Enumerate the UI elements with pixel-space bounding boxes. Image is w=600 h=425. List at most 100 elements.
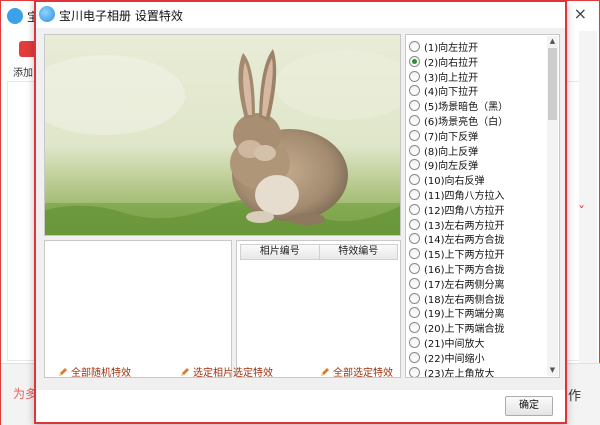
effect-option-label: (18)左右两侧合拢 bbox=[424, 294, 505, 306]
ok-button[interactable]: 确定 bbox=[505, 396, 553, 416]
effect-option-label: (10)向右反弹 bbox=[424, 176, 485, 188]
pencil-icon bbox=[58, 367, 68, 377]
all-random-effect-button[interactable]: 全部随机特效 bbox=[58, 364, 131, 379]
radio-button[interactable] bbox=[409, 292, 420, 304]
radio-button[interactable] bbox=[409, 351, 420, 363]
radio-button[interactable] bbox=[409, 248, 420, 260]
effect-radio-list: (23)左上角放大 (22)中间缩小 (21)中间放大 (20)上下两端合拢 (19)上… bbox=[405, 34, 560, 378]
radio-button[interactable] bbox=[409, 337, 420, 348]
all-selected-effect-label: 全部选定特效 bbox=[333, 368, 393, 379]
effect-option[interactable]: (4)向下拉开 bbox=[409, 83, 478, 98]
rabbit-photo-image bbox=[45, 35, 400, 235]
effect-option-label: (12)四角八方拉开 bbox=[424, 205, 505, 217]
effect-option-label: (4)向下拉开 bbox=[424, 87, 479, 99]
radio-button[interactable] bbox=[409, 85, 420, 97]
effect-option-label: (8)向上反弹 bbox=[424, 146, 479, 158]
effect-option-label: (19)上下两端分离 bbox=[424, 309, 505, 321]
radio-button[interactable] bbox=[409, 189, 420, 200]
effect-list-scrollbar[interactable]: ▲ ▼ bbox=[547, 36, 558, 376]
effect-option-label: (21)中间放大 bbox=[424, 339, 485, 350]
effect-option-label: (13)左右两方拉开 bbox=[424, 220, 505, 232]
effect-option[interactable]: (15)上下两方拉开 bbox=[409, 246, 505, 261]
effect-option-label: (7)向下反弹 bbox=[424, 131, 479, 143]
scroll-thumb[interactable] bbox=[548, 48, 557, 120]
effect-option-label: (6)场景亮色（白） bbox=[424, 117, 509, 128]
effect-option[interactable]: (8)向上反弹 bbox=[409, 143, 478, 158]
all-selected-effect-button[interactable]: 全部选定特效 bbox=[320, 364, 393, 379]
effect-option-label: (2)向右拉开 bbox=[424, 57, 479, 69]
effect-option-label: (11)四角八方拉入 bbox=[424, 191, 505, 202]
decor-mark: ˇ bbox=[578, 205, 585, 221]
radio-button[interactable] bbox=[409, 159, 420, 171]
radio-button[interactable] bbox=[409, 203, 420, 215]
effect-option[interactable]: (17)左右两侧分离 bbox=[409, 276, 505, 291]
photo-effect-table[interactable]: 相片编号 特效编号 bbox=[236, 240, 401, 378]
effect-option-label: (15)上下两方拉开 bbox=[424, 250, 505, 262]
effect-option[interactable]: (6)场景亮色（白） bbox=[409, 113, 508, 128]
column-header-photo-number[interactable]: 相片编号 bbox=[240, 244, 320, 260]
app-logo-icon bbox=[7, 8, 23, 24]
dialog-titlebar: 宝川电子相册 设置特效 bbox=[36, 2, 565, 28]
main-bottom-right-button[interactable]: 作 bbox=[568, 385, 581, 404]
effect-option-label: (5)场景暗色（黑） bbox=[424, 102, 509, 114]
effect-option-label: (3)向上拉开 bbox=[424, 72, 479, 84]
effect-option-label: (1)向左拉开 bbox=[424, 43, 479, 54]
effect-option[interactable]: (14)左右两方合拢 bbox=[409, 231, 505, 246]
effect-option[interactable]: (12)四角八方拉开 bbox=[409, 202, 505, 217]
effect-option[interactable]: (1)向左拉开 bbox=[409, 39, 478, 54]
radio-button[interactable] bbox=[409, 55, 420, 67]
radio-button[interactable] bbox=[409, 129, 420, 141]
selected-photo-effect-button[interactable]: 选定相片选定特效 bbox=[180, 364, 273, 379]
dialog-title: 宝川电子相册 设置特效 bbox=[59, 9, 183, 23]
effect-option[interactable]: (19)上下两端分离 bbox=[409, 305, 505, 320]
effect-option[interactable]: (7)向下反弹 bbox=[409, 128, 478, 143]
effect-option[interactable]: (10)向右反弹 bbox=[409, 172, 485, 187]
radio-button[interactable] bbox=[409, 174, 420, 186]
app-logo-icon bbox=[39, 6, 55, 22]
photo-preview bbox=[44, 34, 401, 236]
radio-button[interactable] bbox=[409, 366, 420, 377]
radio-button[interactable] bbox=[409, 263, 420, 274]
column-header-effect-number[interactable]: 特效编号 bbox=[319, 244, 398, 260]
scroll-down-icon[interactable]: ▼ bbox=[547, 365, 558, 376]
radio-button[interactable] bbox=[409, 144, 420, 156]
effect-option[interactable]: (2)向右拉开 bbox=[409, 54, 478, 69]
effect-option-label: (23)左上角放大 bbox=[424, 368, 495, 378]
effect-option[interactable]: (20)上下两端合拢 bbox=[409, 320, 505, 335]
effect-option-label: (16)上下两方合拢 bbox=[424, 265, 505, 276]
set-effect-dialog: 宝川电子相册 设置特效 相片编号 特效编号 全部随机特效 选定相片选定特效 全部… bbox=[34, 0, 567, 424]
selected-photo-effect-label: 选定相片选定特效 bbox=[193, 368, 273, 379]
radio-button[interactable] bbox=[409, 100, 420, 112]
effect-option-label: (20)上下两端合拢 bbox=[424, 324, 505, 336]
scroll-up-icon[interactable]: ▲ bbox=[547, 36, 558, 47]
effect-option-label: (14)左右两方合拢 bbox=[424, 235, 505, 247]
radio-button[interactable] bbox=[409, 307, 420, 319]
effect-option[interactable]: (23)左上角放大 bbox=[409, 365, 495, 378]
effect-option[interactable]: (21)中间放大 bbox=[409, 335, 485, 350]
photo-list-box[interactable] bbox=[44, 240, 232, 378]
effect-option[interactable]: (22)中间缩小 bbox=[409, 350, 485, 365]
radio-button[interactable] bbox=[409, 277, 420, 289]
effect-option[interactable]: (13)左右两方拉开 bbox=[409, 217, 505, 232]
radio-button[interactable] bbox=[409, 233, 420, 245]
radio-button[interactable] bbox=[409, 70, 420, 82]
pencil-icon bbox=[320, 367, 330, 377]
add-photo-label[interactable]: 添加 bbox=[13, 64, 33, 79]
effect-option[interactable]: (18)左右两侧合拢 bbox=[409, 291, 505, 306]
effect-option-label: (9)向左反弹 bbox=[424, 161, 479, 173]
pencil-icon bbox=[180, 367, 190, 377]
effect-option[interactable]: (5)场景暗色（黑） bbox=[409, 98, 508, 113]
radio-button[interactable] bbox=[409, 115, 420, 126]
radio-button[interactable] bbox=[409, 41, 420, 52]
effect-option[interactable]: (16)上下两方合拢 bbox=[409, 261, 505, 276]
effect-option[interactable]: (3)向上拉开 bbox=[409, 69, 478, 84]
effect-option-label: (17)左右两侧分离 bbox=[424, 279, 505, 291]
all-random-effect-label: 全部随机特效 bbox=[71, 368, 131, 379]
close-icon[interactable]: × bbox=[574, 6, 587, 22]
effect-option[interactable]: (11)四角八方拉入 bbox=[409, 187, 505, 202]
radio-button[interactable] bbox=[409, 322, 420, 334]
table-header: 相片编号 特效编号 bbox=[240, 244, 398, 260]
effect-option[interactable]: (9)向左反弹 bbox=[409, 157, 478, 172]
dialog-footer: 确定 bbox=[36, 390, 565, 422]
radio-button[interactable] bbox=[409, 218, 420, 230]
